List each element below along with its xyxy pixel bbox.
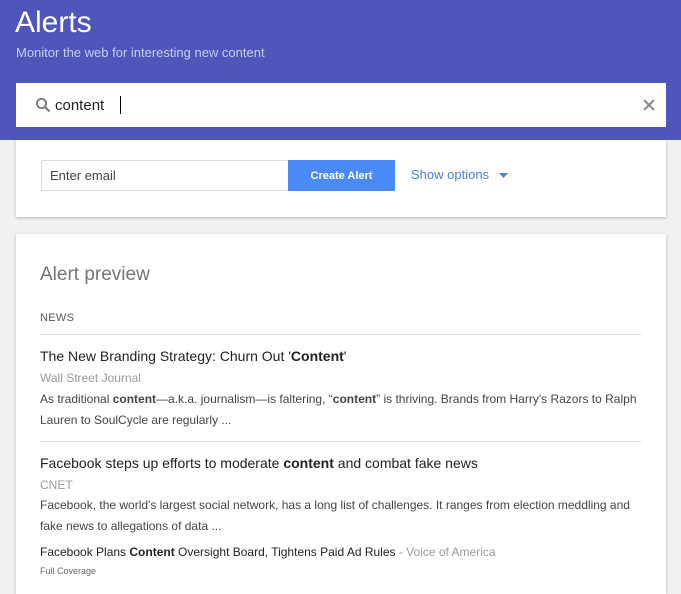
create-alert-card: Create Alert Show options	[16, 140, 666, 217]
search-icon	[36, 98, 51, 113]
news-item-source: CNET	[40, 478, 73, 492]
preview-title: Alert preview	[40, 264, 150, 285]
create-alert-button[interactable]: Create Alert	[288, 160, 395, 191]
divider	[40, 441, 641, 442]
show-options-label: Show options	[411, 167, 490, 182]
app-title: Alerts	[15, 6, 92, 39]
alert-preview-card: Alert preview NEWS The New Branding Stra…	[16, 234, 666, 594]
news-item-source: Wall Street Journal	[40, 371, 141, 385]
text-caret	[120, 96, 121, 114]
app-subtitle: Monitor the web for interesting new cont…	[16, 45, 265, 60]
news-item-title[interactable]: The New Branding Strategy: Churn Out 'Co…	[40, 348, 346, 364]
section-label-news: NEWS	[40, 312, 75, 324]
news-item-snippet: Facebook, the world's largest social net…	[40, 498, 630, 533]
divider	[40, 334, 641, 335]
show-options-link[interactable]: Show options	[411, 167, 508, 182]
email-field[interactable]	[41, 160, 288, 191]
search-box[interactable]	[16, 83, 666, 127]
search-input[interactable]	[55, 91, 625, 119]
dropdown-arrow-icon	[498, 173, 508, 179]
related-article-link[interactable]: Facebook Plans Content Oversight Board, …	[40, 545, 496, 559]
full-coverage-link[interactable]: Full Coverage	[40, 566, 96, 576]
news-item-snippet: As traditional content—a.k.a. journalism…	[40, 392, 637, 427]
news-item-title[interactable]: Facebook steps up efforts to moderate co…	[40, 455, 478, 471]
close-icon[interactable]	[642, 98, 656, 112]
